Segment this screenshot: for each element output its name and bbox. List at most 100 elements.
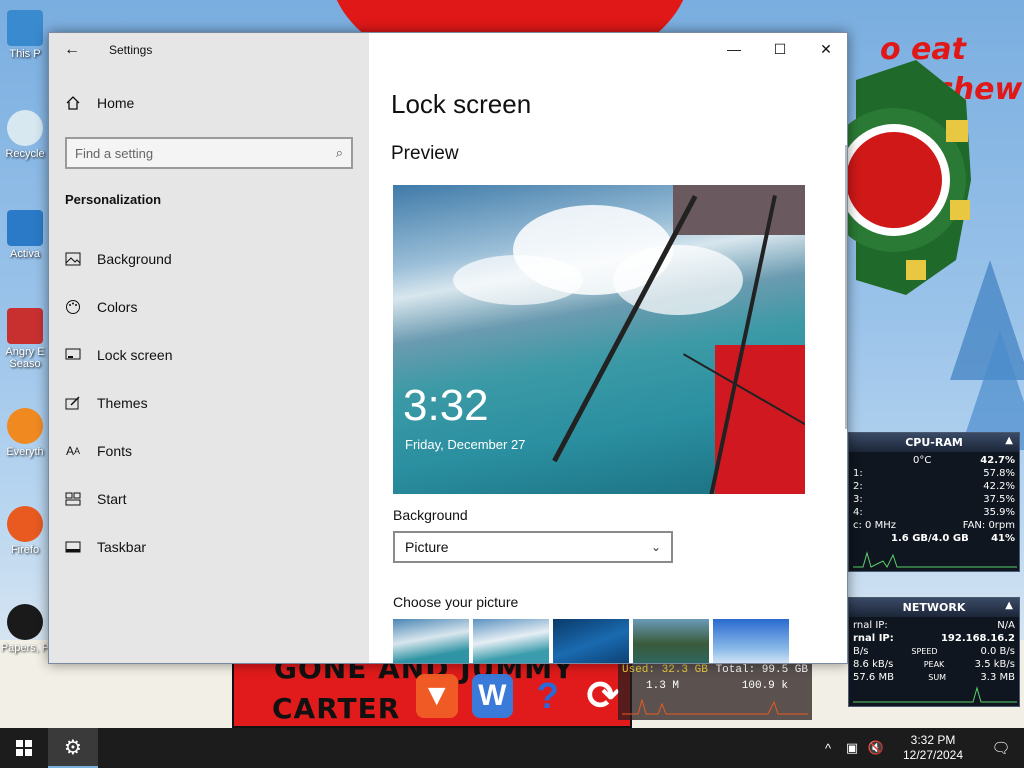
preview-cloud [453,255,583,305]
nav-item-label: Themes [97,395,148,411]
title-bar: ← Settings [49,33,369,67]
background-value: Picture [405,539,449,555]
notification-icon[interactable]: 🗨 [978,739,1024,757]
nav-item-label: Fonts [97,443,133,459]
drive-activity-graph [622,698,808,715]
taskbar-settings-button[interactable]: ⚙ [48,728,98,768]
collapse-icon[interactable]: ▲ [1005,600,1013,611]
home-icon [66,96,80,110]
section-title: Personalization [65,192,162,207]
drive-write: 100.9 k [741,680,788,692]
help-icon[interactable]: ? [527,674,569,718]
cpu-fan: FAN: 0rpm [962,520,1015,531]
core-value: 35.9% [983,507,1015,518]
preview-time: 3:32 [403,381,489,430]
back-arrow-icon[interactable]: ← [49,33,95,67]
desktop-icon-firefox[interactable]: Firefo [0,506,50,556]
drive-widget: Used: 32.3 GB Total: 99.5 GB 1.3 M 100.9… [618,662,812,720]
chevron-down-icon: ⌄ [650,540,661,554]
wallpaper-wreath [846,60,971,295]
picture-thumbnail[interactable] [393,619,469,663]
cpu-temp: 0°C [913,455,932,466]
net-sum-label: SUM [928,673,947,682]
nav-item-background[interactable]: Background [49,235,369,283]
minimize-icon[interactable]: — [711,33,757,65]
net-up-peak: 3.5 kB/s [974,659,1015,670]
taskbar-icon [65,539,81,555]
gadget-header: CPU-RAM ▲ [849,433,1019,452]
preview-cloud [613,245,743,315]
ram-percent: 41% [991,533,1015,544]
background-dropdown[interactable]: Picture ⌄ [393,531,673,563]
nav-item-colors[interactable]: Colors [49,283,369,331]
lock-screen-icon [65,347,81,363]
desktop-icon-label: This P [9,48,41,60]
desktop-icon-everything[interactable]: Everyth [0,408,50,458]
desktop-icon-recycle-bin[interactable]: Recycle [0,110,50,160]
core-label: 4: [853,507,863,518]
ram-usage: 1.6 GB/4.0 GB [891,533,969,544]
volume-muted-icon[interactable]: 🔇 [864,740,888,756]
core-label: 2: [853,481,863,492]
ext-ip-label: rnal IP: [853,620,888,631]
nav-item-label: Taskbar [97,539,147,555]
start-button[interactable] [0,728,48,768]
nav-item-taskbar[interactable]: Taskbar [49,523,369,571]
picture-thumbnail[interactable] [473,619,549,663]
drive-total: Total: 99.5 GB [715,664,808,676]
drive-read: 1.3 M [646,680,680,692]
brave-icon[interactable]: ▼ [416,674,458,718]
picture-thumbnail[interactable] [713,619,789,663]
scrollbar[interactable] [845,145,847,429]
close-icon[interactable]: ✕ [803,33,847,65]
picture-thumbnail[interactable] [553,619,629,663]
desktop-icon-activate[interactable]: Activa [0,210,50,260]
desktop-icon-this-pc[interactable]: This P [0,10,50,60]
firefox-icon [7,506,43,542]
desktop-icon-label: Activa [10,248,40,260]
gadget-title: CPU-RAM [905,436,963,449]
wise-care-icon[interactable]: W [471,674,513,718]
banner-text: CARTER [272,692,401,725]
ext-ip: N/A [997,620,1015,631]
nav-item-label: Lock screen [97,347,173,363]
search-magnifier-icon [7,408,43,444]
network-icon[interactable]: ▣ [840,740,864,756]
desktop-icon-label: Everyth [6,446,44,458]
home-link[interactable]: Home [65,95,134,111]
clock[interactable]: 3:32 PM 12/27/2024 [888,733,978,763]
nav-item-label: Colors [97,299,138,315]
activate-icon [7,210,43,246]
chevron-up-icon[interactable]: ^ [816,741,840,756]
maximize-icon[interactable]: ☐ [757,33,803,65]
home-label: Home [97,95,135,111]
nav-item-themes[interactable]: Themes [49,379,369,427]
desktop-icon-papers-please[interactable]: Papers, P [0,604,50,654]
system-tray: ^ ▣ 🔇 3:32 PM 12/27/2024 🗨 [816,728,1024,768]
drive-used: Used: 32.3 GB [622,664,708,676]
taskbar: ⚙ ^ ▣ 🔇 3:32 PM 12/27/2024 🗨 [0,728,1024,768]
int-ip: 192.168.16.2 [940,633,1015,644]
core-value: 42.2% [983,481,1015,492]
cpu-clock: c: 0 MHz [853,520,896,531]
desktop-icon-angry-birds[interactable]: Angry E Seaso [0,308,50,370]
papers-please-icon [7,604,43,640]
app-title: Settings [109,43,153,57]
background-label: Background [393,507,468,523]
net-down-speed: B/s [853,646,869,657]
net-up-sum: 3.3 MB [980,672,1015,683]
picture-thumbnail[interactable] [633,619,709,663]
search-input[interactable]: Find a setting ⌕ [65,137,353,169]
recycle-bin-icon [7,110,43,146]
clock-time: 3:32 PM [910,733,956,747]
collapse-icon[interactable]: ▲ [1005,435,1013,446]
nav-item-lock-screen[interactable]: Lock screen [49,331,369,379]
core-label: 3: [853,494,863,505]
nav-item-start[interactable]: Start [49,475,369,523]
preview-plane-wing-top [673,185,805,235]
lock-screen-preview: 3:32 Friday, December 27 [393,185,805,494]
nav-item-fonts[interactable]: AA Fonts [49,427,369,475]
palette-icon [65,299,81,315]
gear-icon: ⚙ [64,736,82,759]
net-speed-label: SPEED [911,647,938,656]
